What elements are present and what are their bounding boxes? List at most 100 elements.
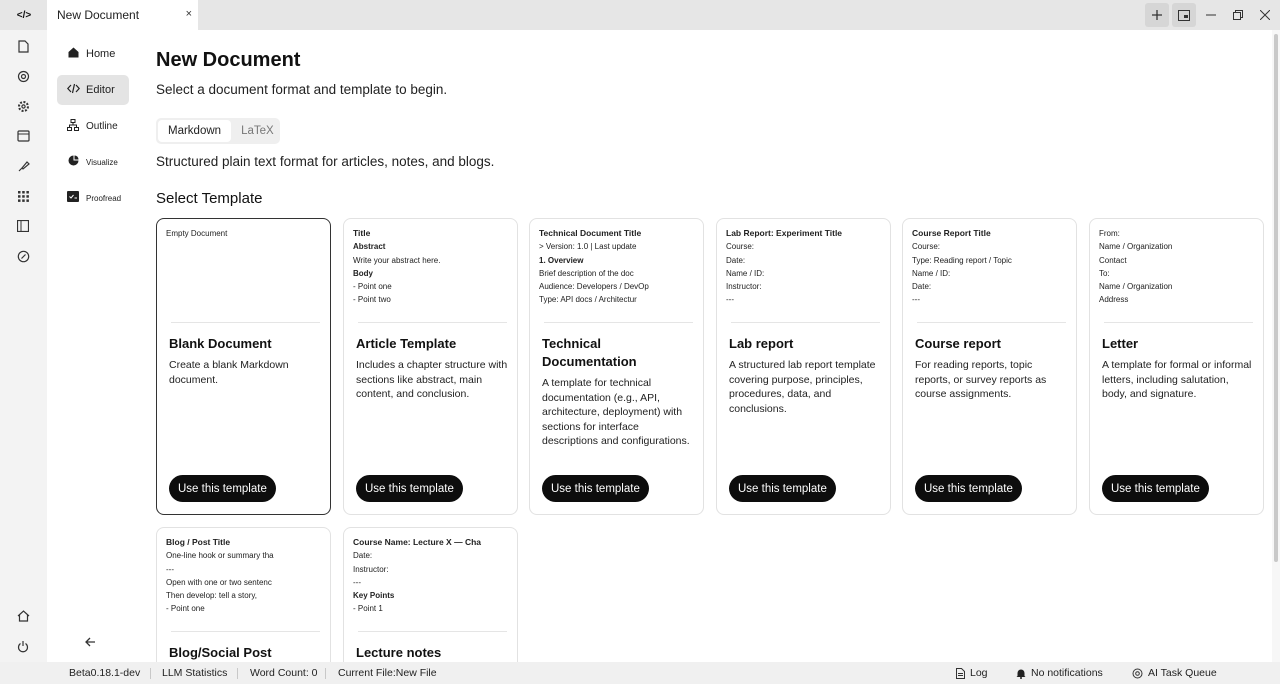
sidebar-item-label: Proofread xyxy=(86,193,122,203)
format-markdown-tab[interactable]: Markdown xyxy=(158,120,232,142)
template-title: Article Template xyxy=(356,336,457,351)
template-title: Blank Document xyxy=(169,336,272,351)
use-template-button[interactable]: Use this template xyxy=(169,475,276,502)
page-title: New Document xyxy=(156,49,301,71)
status-separator xyxy=(325,668,326,679)
current-file: Current File:New File xyxy=(338,667,437,679)
use-template-button[interactable]: Use this template xyxy=(356,475,463,502)
draw-icon[interactable] xyxy=(13,156,33,176)
use-template-button[interactable]: Use this template xyxy=(1102,475,1209,502)
template-description: A template for formal or informal letter… xyxy=(1102,359,1252,401)
status-separator xyxy=(237,668,238,679)
use-template-button[interactable]: Use this template xyxy=(915,475,1022,502)
sidebar-item-proofread[interactable]: Proofread xyxy=(57,183,129,213)
use-template-button[interactable]: Use this template xyxy=(542,475,649,502)
template-card-course-report[interactable]: Course Report Title Course: Type: Readin… xyxy=(902,218,1077,515)
divider xyxy=(171,631,320,632)
collapse-sidebar-button[interactable] xyxy=(85,635,96,650)
store-icon[interactable] xyxy=(13,126,33,146)
sidebar-item-label: Home xyxy=(86,48,116,60)
divider xyxy=(171,322,320,323)
divider xyxy=(731,322,880,323)
home-icon xyxy=(66,47,80,61)
pie-chart-icon xyxy=(66,155,80,169)
divider xyxy=(544,322,693,323)
ai-icon[interactable] xyxy=(13,66,33,86)
ai-task-queue-button[interactable]: AI Task Queue xyxy=(1132,667,1217,679)
template-card-blog[interactable]: Blog / Post Title One-line hook or summa… xyxy=(156,527,331,662)
sidebar-item-editor[interactable]: Editor xyxy=(57,75,129,105)
divider xyxy=(1104,322,1253,323)
sidebar-item-outline[interactable]: Outline xyxy=(57,111,129,141)
minimize-icon xyxy=(1206,14,1216,16)
plus-icon xyxy=(1152,10,1162,20)
bell-icon xyxy=(1016,669,1026,679)
template-preview: Blog / Post Title One-line hook or summa… xyxy=(166,537,274,614)
template-card-article[interactable]: Title Abstract Write your abstract here.… xyxy=(343,218,518,515)
section-title: Select Template xyxy=(156,190,263,207)
file-icon[interactable] xyxy=(13,36,33,56)
ai-task-queue-label: AI Task Queue xyxy=(1148,667,1217,679)
format-latex-tab[interactable]: LaTeX xyxy=(231,120,284,142)
apps-grid-icon[interactable] xyxy=(13,186,33,206)
format-description: Structured plain text format for article… xyxy=(156,154,495,169)
outline-icon xyxy=(66,118,80,134)
log-label: Log xyxy=(970,667,988,679)
proofread-icon xyxy=(66,191,80,205)
template-preview: Technical Document Title > Version: 1.0 … xyxy=(539,228,649,305)
template-title: Technical Documentation xyxy=(542,336,637,369)
template-card-letter[interactable]: From: Name / Organization Contact To: Na… xyxy=(1089,218,1264,515)
sidebar-item-visualize[interactable]: Visualize xyxy=(57,147,129,177)
panel-icon[interactable] xyxy=(13,216,33,236)
notifications-button[interactable]: No notifications xyxy=(1016,667,1103,679)
tab-close-icon[interactable]: × xyxy=(186,8,192,20)
llm-statistics-button[interactable]: LLM Statistics xyxy=(162,667,227,679)
template-description: Create a blank Markdown document. xyxy=(169,359,289,386)
restore-icon xyxy=(1233,10,1243,20)
divider xyxy=(358,322,507,323)
sidebar-item-label: Outline xyxy=(86,120,118,132)
split-view-button[interactable] xyxy=(1172,3,1196,27)
notifications-label: No notifications xyxy=(1031,667,1103,679)
sidebar: Home Editor Outline Visualize Proofread xyxy=(47,30,139,662)
app-logo: </> xyxy=(16,9,32,21)
sidebar-item-label: Editor xyxy=(86,84,115,96)
restore-button[interactable] xyxy=(1226,3,1250,27)
close-icon xyxy=(1260,10,1270,20)
code-icon xyxy=(66,83,80,97)
power-icon[interactable] xyxy=(13,636,33,656)
minimize-button[interactable] xyxy=(1199,3,1223,27)
document-icon xyxy=(956,667,965,679)
status-bar: Beta0.18.1-dev LLM Statistics Word Count… xyxy=(0,662,1280,684)
template-description: A template for technical documentation (… xyxy=(542,377,690,448)
document-tab[interactable]: New Document × xyxy=(47,0,198,30)
divider xyxy=(917,322,1066,323)
compass-icon[interactable] xyxy=(13,246,33,266)
sidebar-item-home[interactable]: Home xyxy=(57,39,129,69)
template-card-lecture-notes[interactable]: Course Name: Lecture X — Cha Date: Instr… xyxy=(343,527,518,662)
template-title: Letter xyxy=(1102,336,1139,351)
template-description: A structured lab report template coverin… xyxy=(729,359,876,415)
use-template-button[interactable]: Use this template xyxy=(729,475,836,502)
template-title: Course report xyxy=(915,336,1001,351)
home-rail-icon[interactable] xyxy=(13,606,33,626)
status-separator xyxy=(150,668,151,679)
log-button[interactable]: Log xyxy=(956,667,988,679)
close-window-button[interactable] xyxy=(1253,3,1277,27)
template-preview: Course Report Title Course: Type: Readin… xyxy=(912,228,1012,305)
document-tab-title: New Document xyxy=(57,8,140,22)
template-card-blank[interactable]: Empty Document Blank Document Create a b… xyxy=(156,218,331,515)
format-switch: Markdown LaTeX xyxy=(156,118,280,144)
template-card-lab-report[interactable]: Lab Report: Experiment Title Course: Dat… xyxy=(716,218,891,515)
template-title: Lab report xyxy=(729,336,794,351)
scrollbar-thumb[interactable] xyxy=(1274,34,1278,562)
activity-rail xyxy=(0,30,47,662)
arrow-left-icon xyxy=(85,637,95,647)
new-tab-button[interactable] xyxy=(1145,3,1169,27)
main-scrollbar[interactable] xyxy=(1272,30,1280,662)
template-card-technical[interactable]: Technical Document Title > Version: 1.0 … xyxy=(529,218,704,515)
template-description: Includes a chapter structure with sectio… xyxy=(356,359,508,401)
settings-icon[interactable] xyxy=(13,96,33,116)
title-bar: </> New Document × xyxy=(0,0,1280,30)
template-preview: Course Name: Lecture X — Cha Date: Instr… xyxy=(353,537,482,614)
